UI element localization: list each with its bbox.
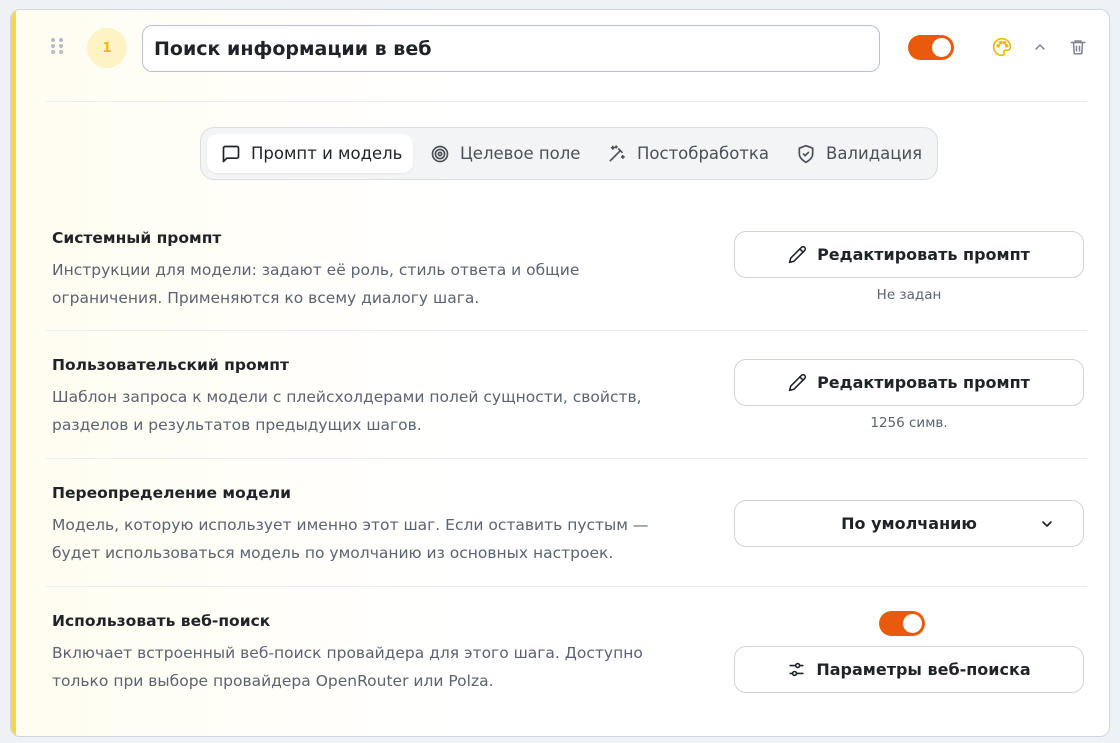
pipeline-step-card: 1 Промпт и модель bbox=[10, 9, 1110, 737]
user-prompt-description: Шаблон запроса к модели с плейсхолдерами… bbox=[52, 388, 642, 434]
row-divider bbox=[46, 586, 1087, 587]
row-divider bbox=[46, 330, 1087, 331]
tab-label: Валидация bbox=[826, 144, 923, 163]
tab-postprocessing[interactable]: Постобработка bbox=[607, 134, 777, 173]
toggle-knob bbox=[903, 614, 922, 633]
collapse-chevron-up-icon[interactable] bbox=[1029, 36, 1051, 58]
system-prompt-status: Не задан bbox=[876, 287, 942, 303]
button-label: Параметры веб-поиска bbox=[816, 660, 1031, 679]
message-square-icon bbox=[222, 145, 240, 162]
system-prompt-description: Инструкции для модели: задают её роль, с… bbox=[52, 261, 580, 307]
tab-label: Постобработка bbox=[637, 144, 769, 163]
model-override-description: Модель, которую использует именно этот ш… bbox=[52, 516, 649, 562]
step-number-badge: 1 bbox=[87, 28, 127, 68]
step-color-stripe bbox=[11, 10, 16, 736]
header-divider bbox=[46, 101, 1087, 102]
pencil-icon bbox=[788, 374, 807, 392]
edit-user-prompt-button[interactable]: Редактировать промпт bbox=[734, 359, 1084, 406]
system-prompt-title: Системный промпт bbox=[52, 229, 222, 247]
trash-icon[interactable] bbox=[1067, 36, 1089, 58]
web-search-toggle[interactable] bbox=[879, 611, 925, 636]
row-divider bbox=[46, 458, 1087, 459]
web-search-settings-button[interactable]: Параметры веб-поиска bbox=[734, 646, 1084, 693]
step-enabled-toggle[interactable] bbox=[908, 35, 954, 60]
settings-tabs: Промпт и модель Целевое поле Постобработ… bbox=[200, 127, 938, 180]
tab-label: Промпт и модель bbox=[251, 144, 403, 163]
palette-icon[interactable] bbox=[991, 36, 1013, 58]
tab-label: Целевое поле bbox=[460, 144, 581, 163]
model-override-title: Переопределение модели bbox=[52, 484, 291, 502]
model-select[interactable]: По умолчанию bbox=[734, 500, 1084, 547]
target-icon bbox=[431, 145, 449, 162]
tab-validation[interactable]: Валидация bbox=[796, 134, 926, 173]
button-label: Редактировать промпт bbox=[817, 245, 1030, 264]
model-select-value: По умолчанию bbox=[841, 514, 977, 533]
tab-prompt-and-model[interactable]: Промпт и модель bbox=[207, 134, 413, 173]
edit-system-prompt-button[interactable]: Редактировать промпт bbox=[734, 231, 1084, 278]
user-prompt-title: Пользовательский промпт bbox=[52, 356, 289, 374]
toggle-knob bbox=[932, 38, 951, 57]
drag-handle-icon[interactable] bbox=[51, 38, 63, 58]
user-prompt-status: 1256 симв. bbox=[870, 415, 948, 431]
magic-wand-icon bbox=[609, 144, 625, 161]
tab-target-field[interactable]: Целевое поле bbox=[430, 134, 590, 173]
web-search-title: Использовать веб-поиск bbox=[52, 612, 271, 630]
web-search-description: Включает встроенный веб-поиск провайдера… bbox=[52, 644, 643, 690]
pencil-icon bbox=[788, 246, 807, 264]
sliders-icon bbox=[789, 662, 804, 677]
step-title-input[interactable] bbox=[142, 25, 880, 72]
chevron-down-icon bbox=[1042, 521, 1052, 527]
button-label: Редактировать промпт bbox=[817, 373, 1030, 392]
shield-check-icon bbox=[798, 144, 814, 163]
